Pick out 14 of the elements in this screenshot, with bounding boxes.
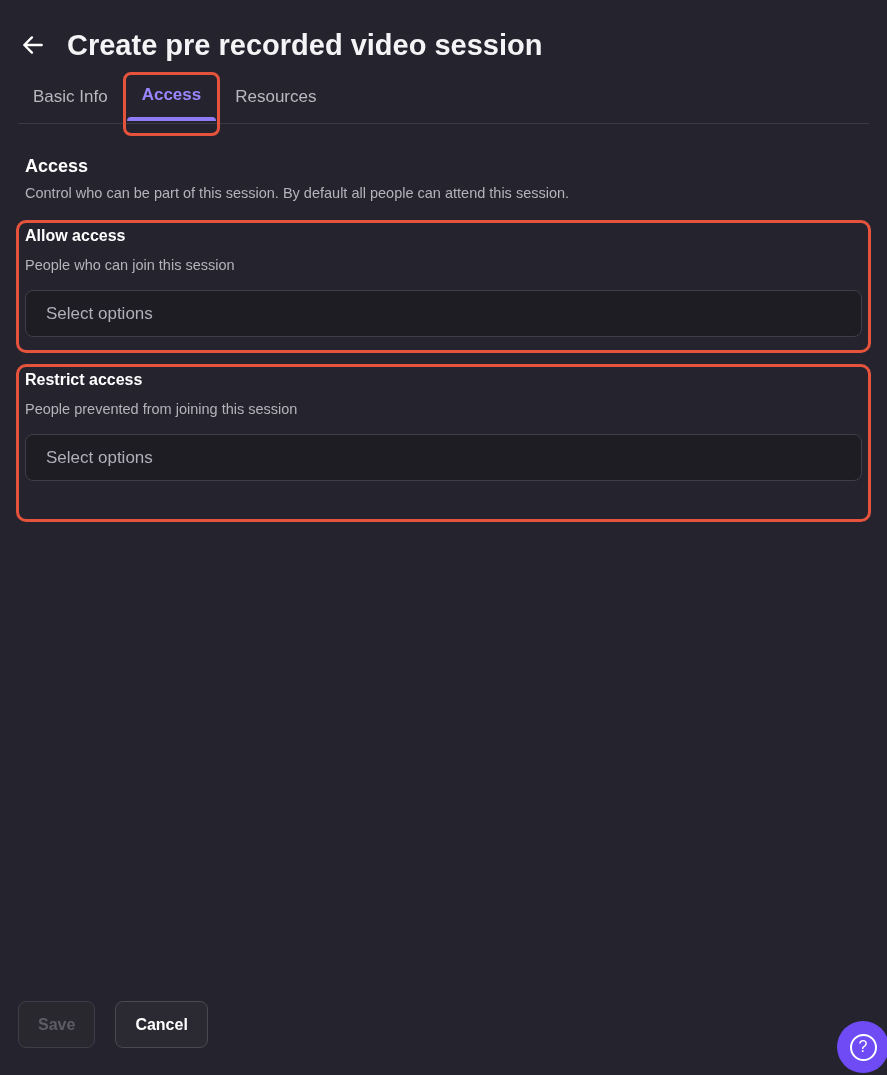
tab[interactable]: Access <box>126 75 217 121</box>
select-field[interactable]: Select options <box>25 290 862 337</box>
section-title: Access <box>25 155 90 178</box>
page-title: Create pre recorded video session <box>67 28 543 62</box>
field-hint: People prevented from joining this session <box>25 400 299 418</box>
tab[interactable]: Basic Info <box>18 77 123 123</box>
action-button[interactable]: Cancel <box>115 1001 208 1048</box>
field-label: Restrict access <box>25 370 144 390</box>
tab[interactable]: Resources <box>220 77 332 123</box>
help-button[interactable]: ? <box>837 1021 887 1073</box>
field-hint: People who can join this session <box>25 256 236 274</box>
select-field[interactable]: Select options <box>25 434 862 481</box>
section-description: Control who can be part of this session. By default all people can attend this session. <box>25 184 571 202</box>
field-label: Allow access <box>25 226 127 246</box>
